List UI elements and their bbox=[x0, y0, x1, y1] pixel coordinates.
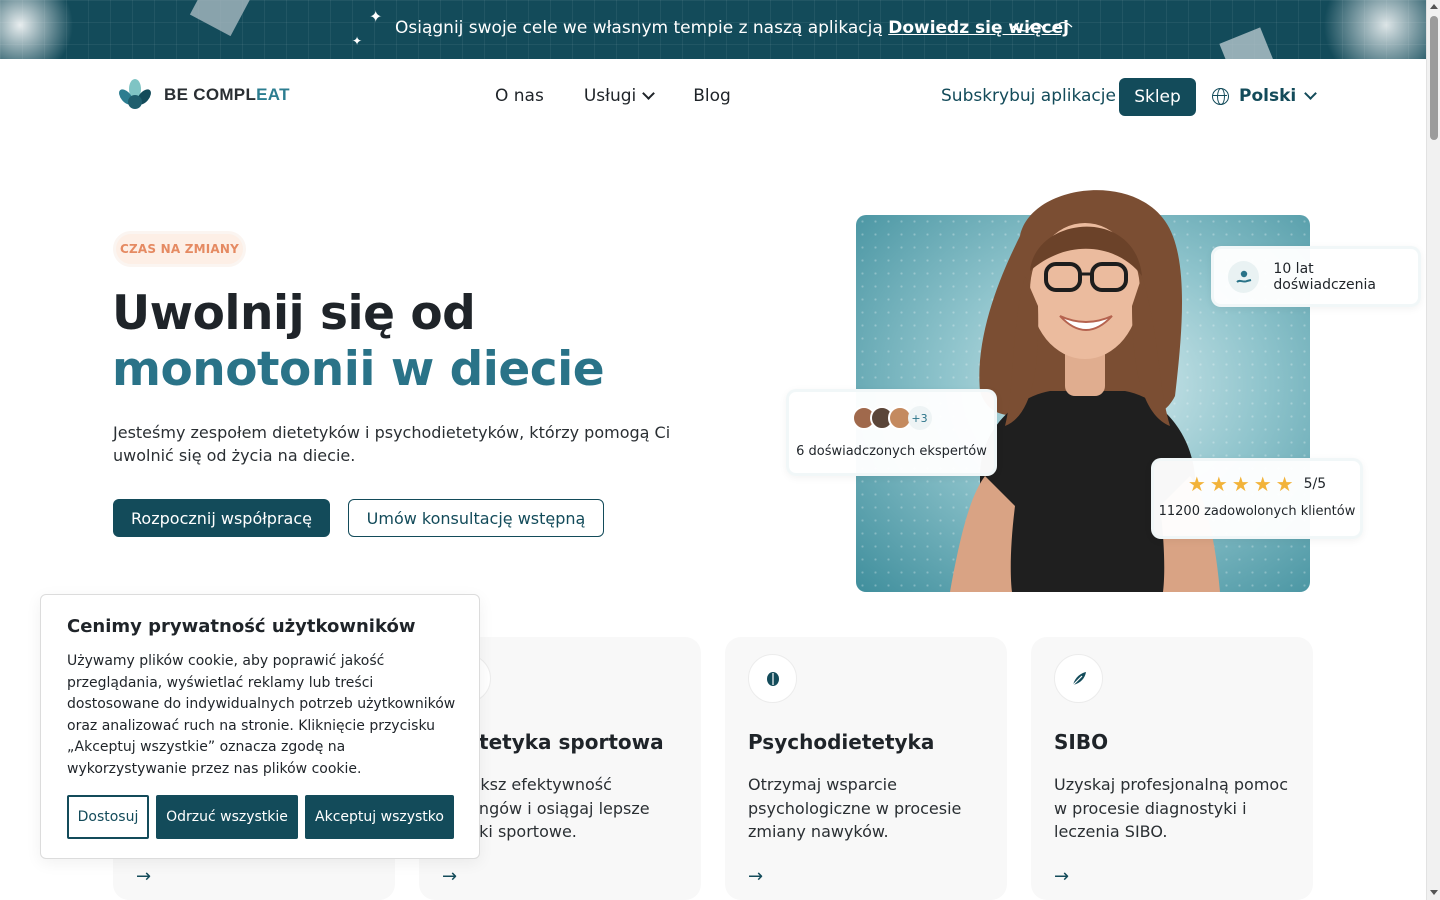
start-cooperation-button[interactable]: Rozpocznij współpracę bbox=[113, 499, 330, 537]
nav-link-services[interactable]: Usługi bbox=[583, 86, 656, 106]
star-icon: ★ bbox=[1231, 472, 1250, 496]
leaf-icon bbox=[1054, 654, 1103, 703]
main-nav: BE COMPLEAT O nas Usługi Blog Subskrybuj… bbox=[0, 59, 1426, 135]
brand-name: BE COMPLEAT bbox=[164, 85, 290, 105]
hero-title-line1: Uwolnij się od bbox=[112, 286, 476, 341]
hero-title-line2: monotonii w diecie bbox=[112, 342, 605, 397]
nav-link-label: Blog bbox=[693, 86, 731, 106]
arrow-right-icon[interactable]: → bbox=[136, 866, 151, 887]
cookie-accept-all-button[interactable]: Akceptuj wszystko bbox=[305, 795, 454, 839]
brand-name-main: BE COMPL bbox=[164, 85, 257, 104]
more-experts-count: +3 bbox=[907, 406, 932, 430]
star-icon: ★ bbox=[1275, 472, 1294, 496]
service-description: Otrzymaj wsparcie psychologiczne w proce… bbox=[748, 775, 962, 841]
star-icon: ★ bbox=[1209, 472, 1228, 496]
cookie-consent-dialog: Cenimy prywatność użytkowników Używamy p… bbox=[40, 594, 480, 859]
subscribe-app-link[interactable]: Subskrybuj aplikacje bbox=[941, 86, 1116, 106]
service-card-psychodietetics[interactable]: Psychodietetyka Otrzymaj wsparcie psycho… bbox=[725, 637, 1007, 900]
service-title: Psychodietetyka bbox=[748, 730, 935, 754]
arrow-right-icon[interactable]: → bbox=[1054, 866, 1069, 887]
scrollbar-thumb[interactable] bbox=[1430, 16, 1438, 140]
service-card-sibo[interactable]: SIBO Uzyskaj profesjonalną pomoc w proce… bbox=[1031, 637, 1313, 900]
sparkle-icon: ✦ bbox=[369, 7, 383, 26]
cookie-title: Cenimy prywatność użytkowników bbox=[67, 616, 416, 637]
service-title: SIBO bbox=[1054, 730, 1109, 754]
brand-name-accent: EAT bbox=[256, 85, 290, 104]
clients-label: 11200 zadowolonych klientów bbox=[1158, 504, 1356, 519]
announcement-bar: ✦ ✦ Osiągnij swoje cele we własnym tempi… bbox=[0, 0, 1426, 59]
decor-shape bbox=[1219, 27, 1277, 59]
nav-link-label: O nas bbox=[495, 86, 544, 106]
arrow-right-icon[interactable]: → bbox=[442, 866, 457, 887]
scroll-up-arrow-icon[interactable] bbox=[1430, 4, 1438, 9]
rating-score: 5/5 bbox=[1303, 476, 1327, 492]
language-selector[interactable]: Polski bbox=[1212, 86, 1318, 106]
decor-shape bbox=[189, 0, 253, 37]
service-description: Uzyskaj profesjonalną pomoc w procesie d… bbox=[1054, 775, 1288, 841]
scroll-down-arrow-icon[interactable] bbox=[1430, 890, 1438, 895]
chevron-down-icon bbox=[1304, 87, 1318, 100]
language-label: Polski bbox=[1239, 86, 1297, 106]
expert-hand-icon bbox=[1228, 260, 1260, 293]
experts-label: 6 doświadczonych ekspertów bbox=[796, 444, 987, 459]
experience-card: 10 lat doświadczenia bbox=[1211, 246, 1421, 307]
expert-avatars: +3 bbox=[789, 406, 994, 430]
decor-glow-right bbox=[1316, 0, 1426, 59]
page-scrollbar[interactable] bbox=[1426, 0, 1440, 900]
rating-stars: ★ ★ ★ ★ ★ 5/5 bbox=[1154, 474, 1360, 494]
sparkle-icon: ✦ bbox=[352, 34, 363, 48]
nav-link-label: Usługi bbox=[583, 86, 637, 106]
brand-logo[interactable]: BE COMPLEAT bbox=[116, 77, 290, 113]
experience-label: 10 lat doświadczenia bbox=[1273, 260, 1376, 293]
hero-badge: CZAS NA ZMIANY bbox=[113, 231, 246, 267]
nav-links: O nas Usługi Blog bbox=[495, 86, 731, 106]
brain-icon bbox=[748, 654, 797, 703]
squiggle-arrow-icon bbox=[1011, 21, 1073, 33]
star-icon: ★ bbox=[1253, 472, 1272, 496]
cookie-body: Używamy plików cookie, aby poprawić jako… bbox=[67, 653, 456, 777]
decor-glow-left bbox=[0, 0, 80, 59]
nav-link-blog[interactable]: Blog bbox=[693, 86, 731, 106]
cookie-customize-button[interactable]: Dostosuj bbox=[67, 795, 149, 839]
rating-card: ★ ★ ★ ★ ★ 5/5 11200 zadowolonych klientó… bbox=[1151, 458, 1363, 539]
experts-card: +3 6 doświadczonych ekspertów bbox=[786, 389, 997, 476]
chevron-down-icon bbox=[642, 87, 656, 100]
book-consultation-button[interactable]: Umów konsultację wstępną bbox=[348, 499, 604, 537]
arrow-right-icon[interactable]: → bbox=[748, 866, 763, 887]
announcement-message: Osiągnij swoje cele we własnym tempie z … bbox=[395, 18, 883, 38]
shop-button[interactable]: Sklep bbox=[1119, 78, 1196, 116]
hero-lead: Jesteśmy zespołem dietetyków i psychodie… bbox=[113, 423, 671, 465]
star-icon: ★ bbox=[1187, 472, 1206, 496]
logo-leaf-icon bbox=[119, 79, 151, 109]
announcement-text: Osiągnij swoje cele we własnym tempie z … bbox=[395, 18, 1069, 38]
nav-link-about[interactable]: O nas bbox=[495, 86, 544, 106]
cookie-reject-all-button[interactable]: Odrzuć wszystkie bbox=[156, 795, 298, 839]
globe-icon bbox=[1212, 87, 1229, 105]
